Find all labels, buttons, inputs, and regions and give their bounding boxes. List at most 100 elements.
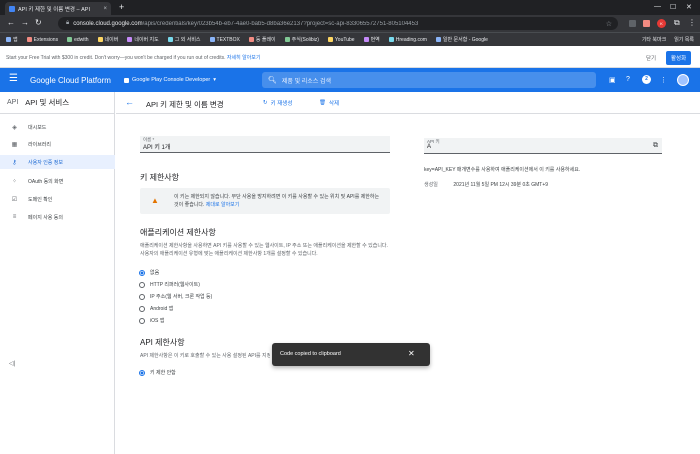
bookmark-item[interactable]: TEXTBOX	[209, 37, 240, 43]
search-bar[interactable]: 🔍︎ 제품 및 리소스 검색	[262, 72, 596, 88]
tab-close-icon[interactable]: ×	[103, 6, 107, 12]
hamburger-menu-icon[interactable]: ☰	[9, 74, 18, 84]
name-field-value: API 키 1개	[143, 145, 171, 151]
more-vert-icon[interactable]: ⋮	[660, 76, 667, 84]
profile-avatar[interactable]: K	[657, 19, 666, 28]
bookmark-icon	[97, 37, 103, 42]
bookmark-icon	[363, 37, 369, 42]
back-arrow-icon[interactable]: ←	[125, 97, 134, 107]
bookmark-item[interactable]: Extensions	[26, 37, 58, 43]
radio-button[interactable]	[139, 281, 145, 288]
bookmark-item[interactable]: 일반 문서함 - Google	[435, 36, 488, 43]
radio-button[interactable]	[139, 293, 145, 300]
extension-icon[interactable]	[629, 20, 636, 27]
trial-message: Start your Free Trial with $300 in credi…	[6, 55, 261, 61]
bookmark-item[interactable]: 네이버 지도	[127, 36, 159, 43]
radio-button[interactable]	[139, 369, 145, 376]
api-badge: API	[7, 99, 19, 106]
bookmark-icon	[388, 37, 394, 42]
sidebar-item-credentials[interactable]: ⚷ 사용자 인증 정보	[0, 155, 115, 169]
api-key-field[interactable]: API 키 A ⧉	[424, 138, 662, 154]
bookmarks-bar: 앱 Extensions edwith 네이버 네이버 지도 그 외 서비스 TEXTBOX…	[0, 32, 700, 46]
new-tab-button[interactable]: +	[119, 2, 124, 12]
sidebar-item-library[interactable]: ▦ 라이브러리	[0, 137, 115, 151]
radio-none[interactable]: 없음	[139, 268, 159, 277]
notification-badge[interactable]: 2	[642, 75, 651, 84]
browser-menu-icon[interactable]: ⋮	[688, 18, 696, 27]
sidebar-title: API 및 서비스	[25, 98, 70, 107]
copy-icon[interactable]: ⧉	[653, 142, 658, 150]
learn-more-link[interactable]: 자세히 알아보기	[227, 55, 261, 61]
dismiss-button[interactable]: 닫기	[646, 54, 656, 62]
bookmark-folder[interactable]: 기타 북마크	[642, 36, 666, 43]
extension-icon[interactable]	[643, 20, 650, 27]
bookmark-item[interactable]: 앱	[6, 36, 18, 43]
sidebar-item-domain[interactable]: ☑ 도메인 확인	[0, 192, 115, 206]
address-bar[interactable]: 🔒︎ console.cloud.google.com /apis/creden…	[58, 17, 618, 30]
dashboard-icon: ◈	[12, 124, 17, 131]
radio-button[interactable]	[139, 317, 145, 324]
bookmark-item[interactable]: 번역	[363, 36, 380, 43]
avatar[interactable]	[677, 74, 689, 86]
sidebar-item-dashboard[interactable]: ◈ 대시보드	[0, 120, 115, 134]
radio-button[interactable]	[139, 305, 145, 312]
chevron-down-icon: ▾	[213, 77, 217, 83]
app-restrictions-heading: 애플리케이션 제한사항	[140, 228, 216, 237]
minimize-icon[interactable]: —	[654, 3, 661, 10]
bookmark-item[interactable]: Hreading.com	[388, 37, 427, 43]
radio-button[interactable]	[139, 269, 145, 276]
created-row: 생성일 2021년 11월 5일 PM 12시 39분 0초 GMT+9	[424, 181, 548, 188]
radio-dont-restrict[interactable]: 키 제한 안함	[139, 368, 176, 377]
forward-icon[interactable]: →	[21, 18, 29, 27]
maximize-icon[interactable]: ☐	[670, 3, 676, 11]
page-title: API 키 제한 및 이름 변경	[146, 100, 224, 109]
bookmark-item[interactable]: 그 외 서비스	[167, 36, 201, 43]
reload-icon[interactable]: ↻	[35, 18, 42, 27]
name-field[interactable]: 이름 * API 키 1개	[140, 136, 390, 153]
bookmark-icon	[26, 37, 32, 42]
close-icon[interactable]: ✕	[408, 349, 415, 358]
bookmark-icon	[435, 37, 441, 42]
activate-button[interactable]: 활성화	[666, 51, 692, 65]
radio-ios[interactable]: iOS 앱	[139, 316, 164, 325]
radio-android[interactable]: Android 앱	[139, 304, 173, 313]
back-icon[interactable]: ←	[7, 18, 15, 27]
regenerate-key-button[interactable]: ↻ 키 재생성	[263, 99, 292, 107]
gcp-header: ☰ Google Cloud Platform Google Play Cons…	[0, 68, 700, 92]
bookmark-item[interactable]: 네이버	[97, 36, 118, 43]
sidebar-item-page-usage[interactable]: ≡ 페이지 사용 동의	[0, 210, 115, 224]
delete-button[interactable]: 🗑︎ 삭제	[319, 99, 339, 107]
key-restrictions-heading: 키 제한사항	[140, 173, 180, 182]
puzzle-icon[interactable]: ⧉	[674, 18, 680, 28]
close-window-icon[interactable]: ✕	[686, 3, 692, 11]
trash-icon: 🗑︎	[319, 100, 326, 106]
bookmark-icon	[209, 37, 215, 42]
browser-tab[interactable]: API 키 제한 및 이름 변경 – API ×	[5, 2, 111, 15]
gift-icon[interactable]: ▣	[609, 76, 616, 84]
warning-text: 이 키는 제한되지 않습니다. 무단 사용을 방지하려면 이 키를 사용할 수 …	[174, 194, 380, 208]
radio-ip-address[interactable]: IP 주소(웹 서버, 크론 작업 등)	[139, 292, 212, 301]
bookmark-icon	[248, 37, 254, 42]
learn-more-link[interactable]: 제대로 알아보기	[206, 202, 240, 208]
lock-icon[interactable]: 🔒︎	[66, 20, 69, 27]
api-key-value: A	[427, 144, 432, 150]
bookmark-item[interactable]: edwith	[67, 37, 89, 43]
project-selector[interactable]: Google Play Console Developer ▾	[124, 74, 216, 86]
bookmark-item[interactable]: 등 플레이	[248, 36, 276, 43]
sidebar-item-oauth[interactable]: ⁘ OAuth 동의 화면	[0, 174, 115, 188]
bookmark-folder[interactable]: 읽기 목록	[674, 36, 694, 43]
bookmark-icon	[6, 37, 11, 42]
collapse-sidebar-icon[interactable]: ◁|	[9, 360, 15, 367]
radio-http-referrer[interactable]: HTTP 리퍼러(웹사이트)	[139, 280, 200, 289]
bookmark-item[interactable]: 주식(Solibiz)	[284, 36, 319, 43]
library-icon: ▦	[11, 141, 18, 148]
page-toolbar: ← API 키 제한 및 이름 변경 ↻ 키 재생성 🗑︎ 삭제	[116, 92, 700, 114]
bookmark-star-icon[interactable]: ☆	[606, 20, 612, 28]
settings-list-icon: ≡	[12, 214, 17, 220]
help-icon[interactable]: ?	[626, 76, 630, 83]
bookmark-icon	[167, 37, 173, 42]
bookmark-item[interactable]: YouTube	[327, 37, 355, 43]
bookmark-icon	[67, 37, 73, 42]
gcp-brand[interactable]: Google Cloud Platform	[30, 76, 111, 85]
url-path: /apis/credentials/key/023b54b-eb7-4ae0-b…	[142, 20, 419, 27]
